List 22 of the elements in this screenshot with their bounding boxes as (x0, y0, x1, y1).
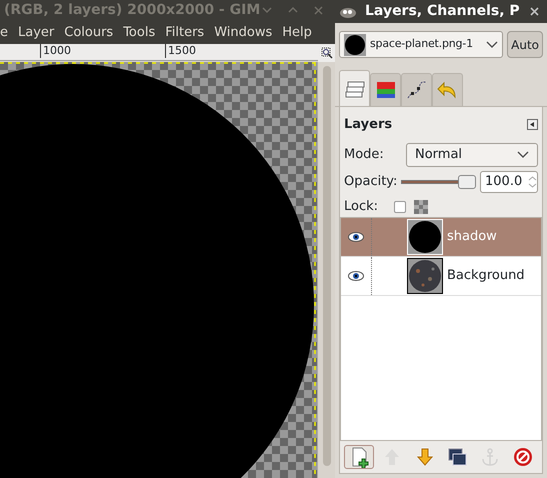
ruler-label: 1000 (40, 44, 71, 58)
opacity-label: Opacity: (344, 172, 398, 191)
menu-item[interactable]: Tools (123, 22, 156, 42)
auto-button[interactable]: Auto (507, 31, 543, 58)
menu-item[interactable]: Colours (64, 22, 114, 42)
mode-dropdown[interactable]: Normal (406, 142, 538, 166)
layer-name: shadow (447, 228, 497, 246)
menu-item[interactable]: Windows (214, 22, 272, 42)
dock-title: Layers, Channels, P (365, 2, 520, 21)
mode-label: Mode: (344, 146, 385, 164)
opacity-field[interactable]: 100.0 (480, 170, 538, 192)
panel-title: Layers (344, 116, 392, 134)
ruler-label: 1500 (165, 44, 196, 58)
menu-item[interactable]: e (0, 22, 8, 42)
menu-item[interactable]: Layer (18, 22, 54, 42)
layer-row[interactable]: Background (341, 256, 541, 296)
window-title: (RGB, 2 layers) 2000x2000 - GIM (4, 1, 260, 20)
image-dropdown[interactable]: space-planet.png-1 (339, 31, 504, 58)
menu-item[interactable]: Help (282, 22, 312, 42)
layer-name: Background (447, 266, 525, 285)
lock-label: Lock: (344, 198, 380, 216)
menu-item[interactable]: Filters (165, 22, 204, 42)
